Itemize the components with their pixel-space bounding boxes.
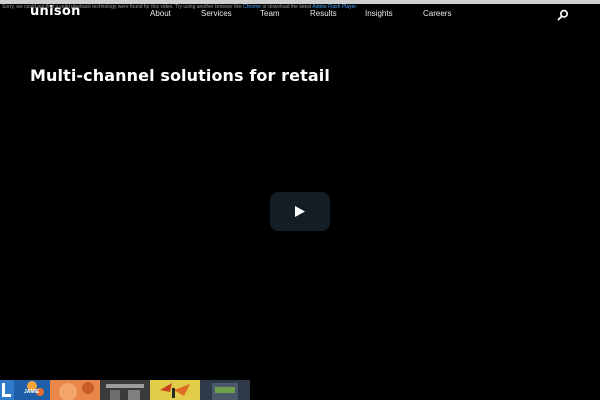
nav-item-services[interactable]: Services (201, 9, 232, 18)
nav-item-about[interactable]: About (150, 9, 171, 18)
search-icon[interactable] (557, 6, 569, 21)
video-play-button[interactable] (270, 192, 330, 231)
nav-item-results[interactable]: Results (310, 9, 337, 18)
thumbnail-4[interactable] (150, 380, 200, 400)
nav-item-careers[interactable]: Careers (423, 9, 451, 18)
thumbnail-1[interactable]: JAMIE (0, 380, 50, 400)
thumbnail-3[interactable] (100, 380, 150, 400)
nav-item-insights[interactable]: Insights (365, 9, 393, 18)
play-icon (295, 206, 305, 217)
thumbnail-1-text: JAMIE (24, 389, 40, 395)
hero-title: Multi-channel solutions for retail (30, 66, 330, 85)
thumbnail-strip: JAMIE (0, 380, 250, 400)
nav-item-team[interactable]: Team (260, 9, 280, 18)
thumbnail-5[interactable] (200, 380, 250, 400)
thumbnail-2[interactable] (50, 380, 100, 400)
main-nav: About Services Team Results Insights Car… (0, 9, 600, 21)
